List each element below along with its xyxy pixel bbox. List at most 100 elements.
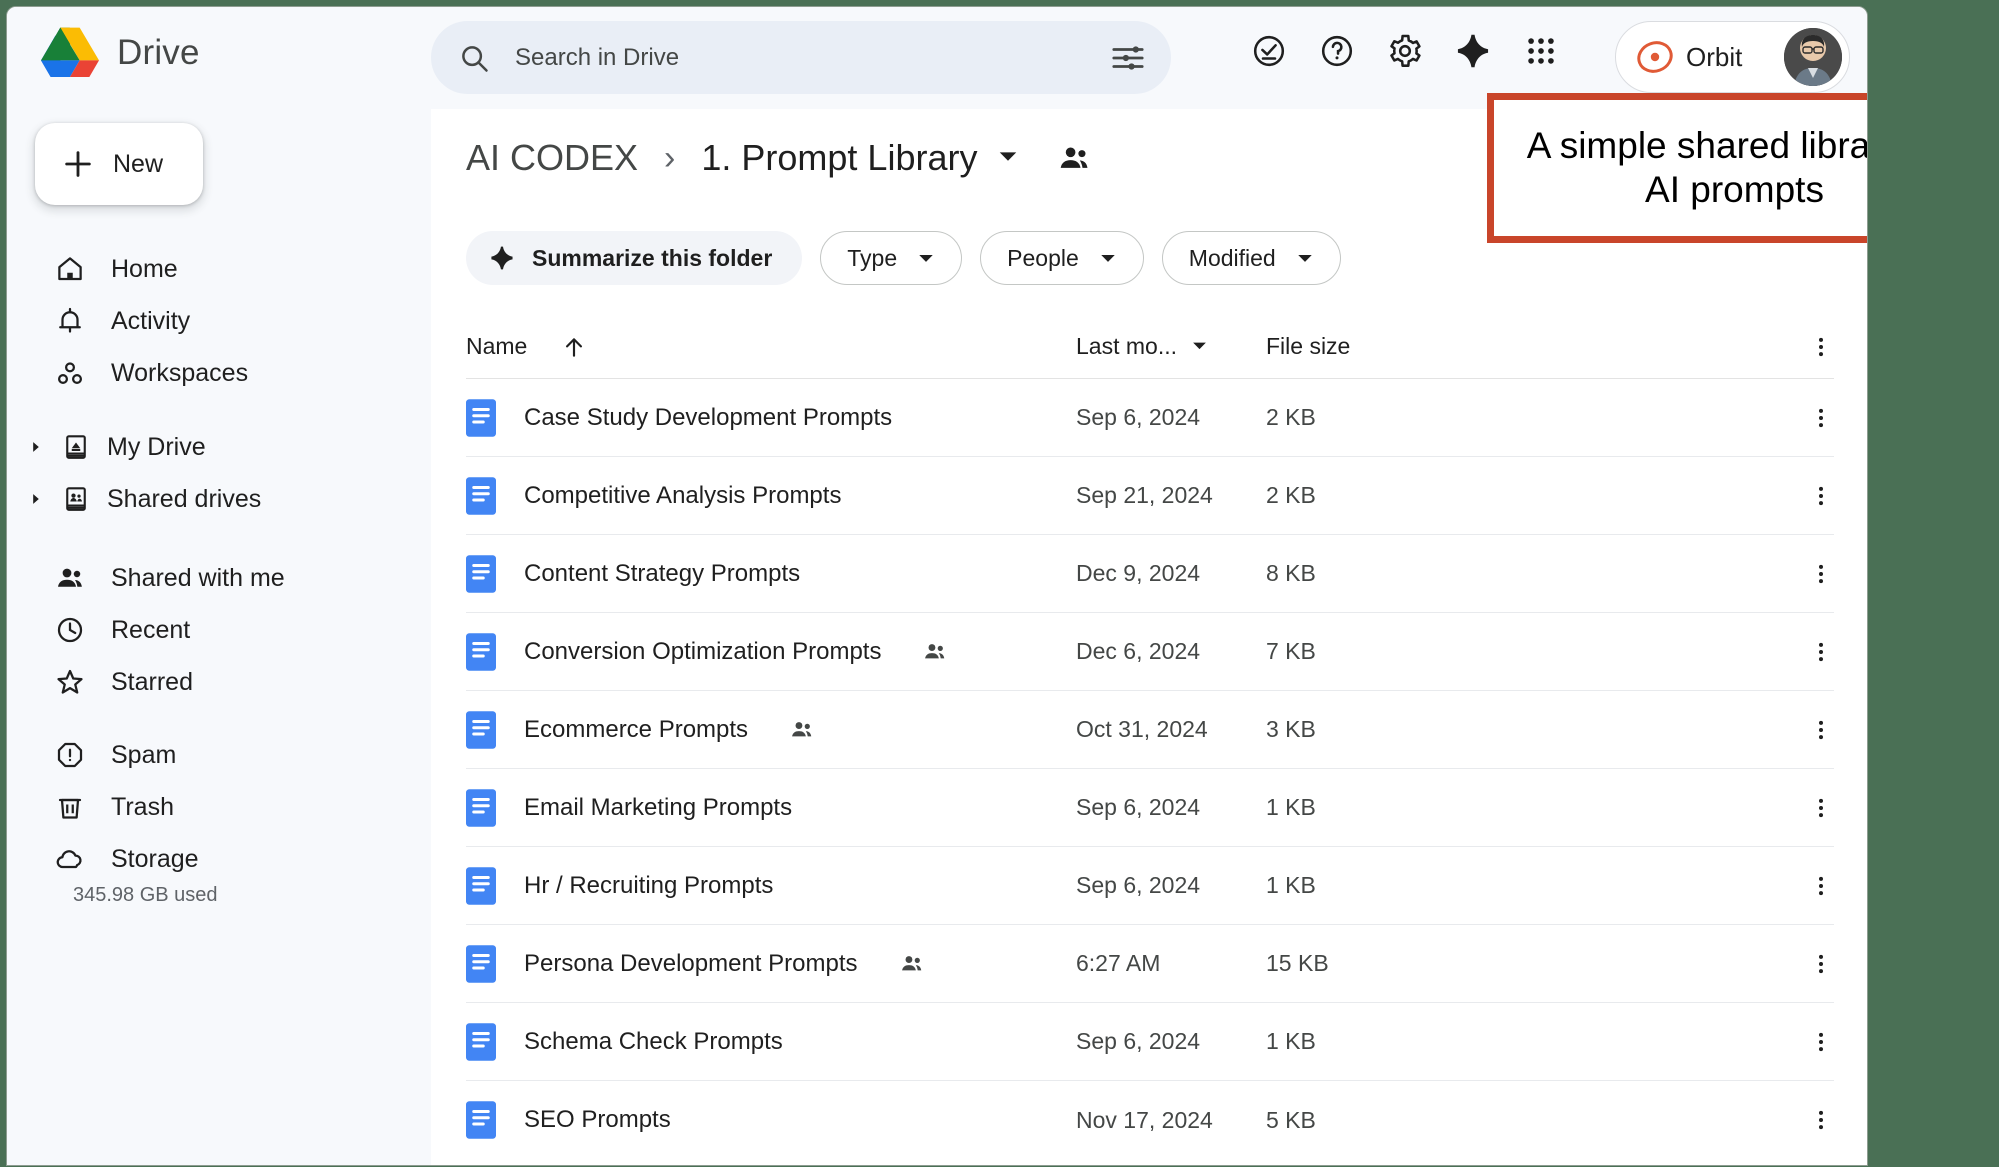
table-row[interactable]: Schema Check Prompts Sep 6, 2024 1 KB xyxy=(466,1003,1834,1081)
sidebar-item-workspaces[interactable]: Workspaces xyxy=(7,347,431,399)
search-icon xyxy=(462,45,488,72)
storage-used-text: 345.98 GB used xyxy=(73,884,218,906)
gemini-icon[interactable] xyxy=(1447,25,1499,77)
summarize-folder-button[interactable]: Summarize this folder xyxy=(466,231,803,285)
trash-icon xyxy=(55,792,85,822)
file-name-label: Ecommerce Prompts xyxy=(524,715,749,743)
settings-icon[interactable] xyxy=(1379,25,1431,77)
sidebar-item-home[interactable]: Home xyxy=(7,243,431,295)
file-name-cell[interactable]: Content Strategy Prompts xyxy=(466,554,1076,593)
sidebar: New Home Activity Workspaces My Drive Sh… xyxy=(7,109,431,1165)
table-row[interactable]: Case Study Development Prompts Sep 6, 202… xyxy=(466,379,1834,457)
file-modified-cell: Oct 31, 2024 xyxy=(1076,716,1208,742)
drive-brand[interactable]: Drive xyxy=(41,27,200,79)
gear-icon xyxy=(1390,34,1421,67)
row-options-button[interactable] xyxy=(1808,405,1834,431)
sidebar-item-my-drive[interactable]: My Drive xyxy=(7,421,431,473)
new-button[interactable]: New xyxy=(35,123,203,205)
search-input[interactable] xyxy=(515,43,1111,72)
row-options-button[interactable] xyxy=(1808,1107,1834,1133)
user-avatar[interactable] xyxy=(1784,28,1842,86)
sidebar-item-activity[interactable]: Activity xyxy=(7,295,431,347)
search-bar[interactable] xyxy=(431,21,1171,94)
sidebar-item-starred[interactable]: Starred xyxy=(7,656,431,708)
caret-right-icon[interactable] xyxy=(27,490,45,508)
file-name-cell[interactable]: Hr / Recruiting Prompts xyxy=(466,866,1076,905)
row-options-button[interactable] xyxy=(1808,561,1834,587)
row-options-button[interactable] xyxy=(1808,639,1834,665)
sidebar-item-recent[interactable]: Recent xyxy=(7,604,431,656)
more-vertical-icon xyxy=(1818,720,1824,739)
google-apps-icon[interactable] xyxy=(1515,25,1567,77)
table-row[interactable]: Competitive Analysis Prompts Sep 21, 2024… xyxy=(466,457,1834,535)
sidebar-item-shared-with-me[interactable]: Shared with me xyxy=(7,552,431,604)
column-header-modified[interactable]: Last mo... xyxy=(1076,333,1266,360)
file-table: Name Last mo... File size Case Study Dev… xyxy=(431,315,1867,1159)
file-name-cell[interactable]: SEO Prompts xyxy=(466,1101,1076,1139)
filter-type-label: Type xyxy=(847,244,898,271)
sidebar-item-spam[interactable]: Spam xyxy=(7,729,431,781)
table-row[interactable]: Hr / Recruiting Prompts Sep 6, 2024 1 KB xyxy=(466,847,1834,925)
row-options-button[interactable] xyxy=(1808,1029,1834,1055)
column-header-size[interactable]: File size xyxy=(1266,333,1426,360)
sidebar-item-trash[interactable]: Trash xyxy=(7,781,431,833)
file-name-cell[interactable]: Competitive Analysis Prompts xyxy=(466,476,1076,515)
table-row[interactable]: Ecommerce Prompts Oct 31, 2024 3 KB xyxy=(466,691,1834,769)
shared-drives-icon xyxy=(61,484,91,514)
filter-people-chip[interactable]: People xyxy=(980,231,1144,285)
column-header-name[interactable]: Name xyxy=(466,333,1076,360)
app-window: Drive Search in Drive Orbit New Home Act… xyxy=(6,6,1868,1166)
file-name-cell[interactable]: Ecommerce Prompts xyxy=(466,710,1076,749)
more-vertical-icon xyxy=(1818,408,1824,427)
account-chip[interactable]: Orbit xyxy=(1615,21,1850,93)
row-options-button[interactable] xyxy=(1808,873,1834,899)
file-size-cell: 1 KB xyxy=(1266,1028,1316,1054)
breadcrumb-root[interactable]: AI CODEX xyxy=(466,137,638,179)
shared-people-icon xyxy=(790,717,815,742)
table-row[interactable]: Email Marketing Prompts Sep 6, 2024 1 KB xyxy=(466,769,1834,847)
table-row[interactable]: Persona Development Prompts 6:27 AM 15 KB xyxy=(466,925,1834,1003)
support-status-icon[interactable] xyxy=(1243,25,1295,77)
sidebar-item-label: Spam xyxy=(111,740,177,769)
caret-down-icon xyxy=(1296,249,1314,267)
row-options-button[interactable] xyxy=(1808,717,1834,743)
file-modified-cell: Dec 9, 2024 xyxy=(1076,560,1201,586)
file-name-cell[interactable]: Persona Development Prompts xyxy=(466,944,1076,983)
google-docs-icon xyxy=(466,866,496,905)
more-vertical-icon xyxy=(1818,486,1824,505)
google-docs-icon xyxy=(466,944,496,983)
sidebar-item-label: Workspaces xyxy=(111,358,249,387)
sidebar-item-shared-drives[interactable]: Shared drives xyxy=(7,473,431,525)
tune-filter-icon[interactable] xyxy=(1111,41,1145,75)
file-modified-cell: Sep 6, 2024 xyxy=(1076,404,1201,430)
row-options-button[interactable] xyxy=(1808,951,1834,977)
filter-type-chip[interactable]: Type xyxy=(820,231,963,285)
sidebar-item-storage[interactable]: Storage xyxy=(7,833,431,885)
help-icon[interactable] xyxy=(1311,25,1363,77)
people-share-icon[interactable] xyxy=(1057,141,1091,175)
file-name-cell[interactable]: Case Study Development Prompts xyxy=(466,398,1076,437)
breadcrumb-current[interactable]: 1. Prompt Library xyxy=(701,137,977,179)
account-label: Orbit xyxy=(1686,41,1743,72)
google-docs-icon xyxy=(466,1022,496,1061)
table-row[interactable]: Content Strategy Prompts Dec 9, 2024 8 KB xyxy=(466,535,1834,613)
file-size-cell: 7 KB xyxy=(1266,638,1316,664)
file-name-cell[interactable]: Schema Check Prompts xyxy=(466,1022,1076,1061)
file-name-label: Competitive Analysis Prompts xyxy=(524,481,842,509)
caret-down-icon xyxy=(1099,249,1117,267)
file-name-cell[interactable]: Email Marketing Prompts xyxy=(466,788,1076,827)
table-row[interactable]: Conversion Optimization Prompts Dec 6, 20… xyxy=(466,613,1834,691)
file-size-cell: 3 KB xyxy=(1266,716,1316,742)
table-row[interactable]: SEO Prompts Nov 17, 2024 5 KB xyxy=(466,1081,1834,1159)
table-options-button[interactable] xyxy=(1808,334,1834,360)
file-modified-cell: Dec 6, 2024 xyxy=(1076,638,1201,664)
row-options-button[interactable] xyxy=(1808,795,1834,821)
row-options-button[interactable] xyxy=(1808,483,1834,509)
filter-modified-chip[interactable]: Modified xyxy=(1161,231,1341,285)
caret-down-icon[interactable] xyxy=(997,145,1019,172)
file-name-cell[interactable]: Conversion Optimization Prompts xyxy=(466,632,1076,671)
sidebar-secondary-list: Shared with me Recent Starred xyxy=(7,552,431,708)
google-docs-icon xyxy=(466,710,496,749)
main-content: AI CODEX › 1. Prompt Library Summarize t… xyxy=(431,109,1867,1165)
caret-right-icon[interactable] xyxy=(27,438,45,456)
